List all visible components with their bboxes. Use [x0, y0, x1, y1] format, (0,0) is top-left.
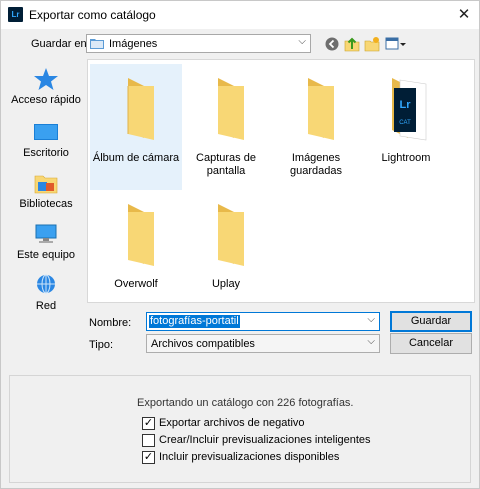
lightroom-app-icon: Lr — [8, 7, 23, 22]
network-icon — [37, 274, 55, 294]
folder-icon — [218, 78, 244, 140]
filetype-value: Archivos compatibles — [151, 338, 255, 350]
place-label: Acceso rápido — [11, 94, 81, 106]
cancel-button[interactable]: Cancelar — [390, 333, 472, 354]
close-icon: ✕ — [457, 6, 471, 23]
lr-badge-text: Lr — [400, 99, 412, 111]
folder-name: Uplay — [211, 278, 241, 290]
checkbox[interactable]: ✓ — [142, 451, 155, 464]
folder-item[interactable]: Uplay — [180, 190, 272, 316]
place-libraries[interactable]: Bibliotecas — [9, 167, 83, 217]
checkbox-label: Incluir previsualizaciones disponibles — [159, 451, 340, 463]
view-menu-button[interactable] — [384, 34, 408, 53]
chevron-down-icon: ⌵ — [367, 336, 375, 347]
chevron-down-icon[interactable]: ⌵ — [367, 314, 375, 325]
savein-value: Imágenes — [109, 38, 158, 50]
export-options-panel — [9, 375, 471, 483]
file-list[interactable]: Álbum de cámara Capturas de pantalla Imá… — [87, 59, 475, 303]
folder-item[interactable]: Capturas de pantalla — [180, 64, 272, 190]
title-bar[interactable]: Lr Exportar como catálogo ✕ — [1, 1, 479, 29]
up-folder-icon — [344, 37, 360, 51]
folder-item[interactable]: Lr CAT Lightroom — [360, 64, 452, 190]
cat-badge-text: CAT — [399, 120, 411, 126]
computer-icon — [35, 224, 57, 243]
view-menu-icon — [385, 37, 406, 49]
checkbox-label: Crear/Incluir previsualizaciones intelig… — [159, 434, 371, 446]
place-this-pc[interactable]: Este equipo — [9, 218, 83, 268]
place-network[interactable]: Red — [9, 269, 83, 319]
folder-name: Overwolf — [114, 278, 158, 290]
folder-icon — [90, 39, 104, 49]
export-info-text: Exportando un catálogo con 226 fotografí… — [137, 397, 354, 409]
place-label: Bibliotecas — [19, 198, 73, 210]
new-folder-button[interactable] — [363, 34, 381, 53]
star-icon — [34, 68, 58, 90]
chevron-down-icon: ⌵ — [298, 36, 306, 47]
checkbox[interactable]: ✓ — [142, 417, 155, 430]
savein-label: Guardar en: — [31, 38, 90, 50]
place-quick-access[interactable]: Acceso rápido — [9, 63, 83, 113]
places-bar: Acceso rápido Escritorio Bibliotecas Est… — [9, 61, 83, 312]
folder-name: Lightroom — [381, 152, 431, 164]
desktop-icon — [34, 124, 58, 140]
folder-name: Álbum de cámara — [92, 152, 180, 164]
place-label: Red — [35, 300, 57, 312]
checkbox[interactable] — [142, 434, 155, 447]
savein-dropdown[interactable]: Imágenes ⌵ — [86, 34, 311, 53]
close-button[interactable]: ✕ — [449, 1, 479, 29]
folder-icon — [218, 204, 244, 266]
folder-name: Capturas de pantalla — [196, 152, 256, 177]
up-folder-button[interactable] — [343, 34, 361, 53]
folder-icon — [308, 78, 334, 140]
folder-name: Imágenes guardadas — [290, 152, 342, 177]
place-label: Escritorio — [23, 147, 69, 159]
folder-icon — [128, 204, 154, 266]
filename-label: Nombre: — [89, 317, 132, 329]
checkbox-label: Exportar archivos de negativo — [159, 417, 305, 429]
filename-input[interactable]: fotografías-portatil ⌵ — [146, 312, 380, 331]
save-button[interactable]: Guardar — [390, 311, 472, 332]
folder-item[interactable]: Imágenes guardadas — [270, 64, 362, 190]
folder-icon — [127, 78, 154, 140]
filename-value: fotografías-portatil — [149, 315, 240, 328]
window-title: Exportar como catálogo — [29, 8, 156, 22]
filetype-dropdown[interactable]: Archivos compatibles ⌵ — [146, 334, 380, 353]
libraries-icon — [34, 175, 58, 194]
back-button[interactable] — [323, 34, 341, 53]
new-folder-icon — [364, 36, 380, 51]
filetype-label: Tipo: — [89, 339, 114, 351]
place-label: Este equipo — [16, 249, 76, 261]
folder-item[interactable]: Overwolf — [90, 190, 182, 316]
lightroom-folder-icon: Lr CAT — [392, 78, 427, 141]
folder-item[interactable]: Álbum de cámara — [90, 64, 182, 190]
export-catalog-dialog: Lr Exportar como catálogo ✕ Guardar en: … — [0, 0, 480, 489]
place-desktop[interactable]: Escritorio — [9, 116, 83, 166]
back-arrow-icon — [325, 37, 339, 50]
